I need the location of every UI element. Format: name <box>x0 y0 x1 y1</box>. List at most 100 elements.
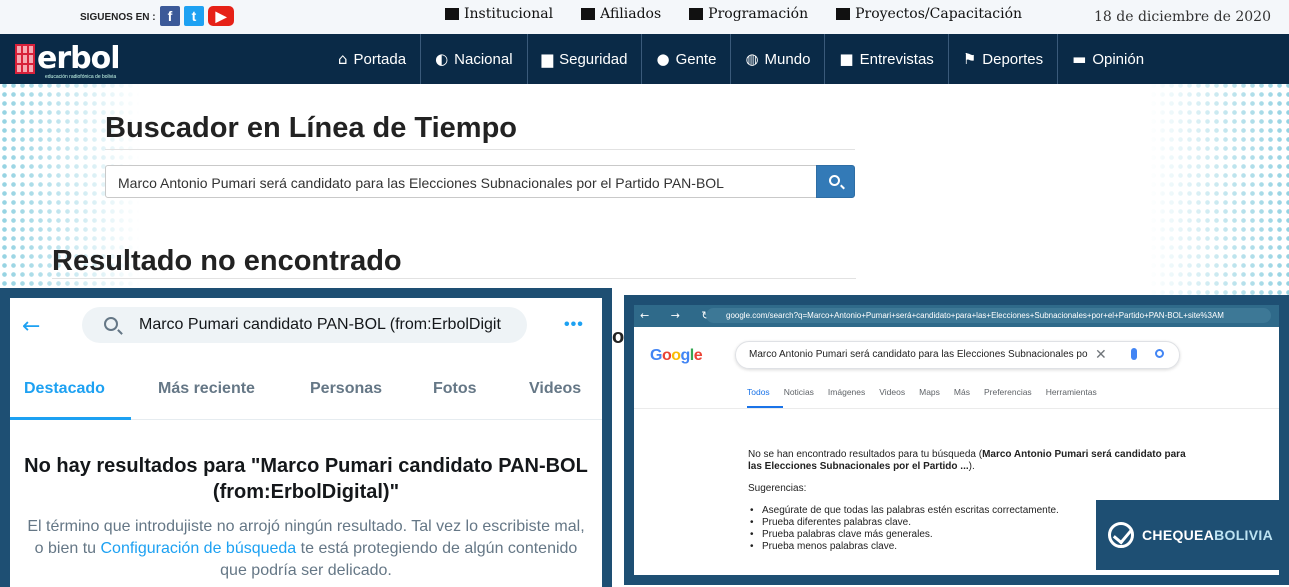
twitter-screenshot-content: ← Marco Pumari candidato PAN-BOL (from:E… <box>10 298 602 587</box>
top-link-programacion[interactable]: Programación <box>689 6 808 22</box>
badge-text-strong: CHEQUEA <box>1142 527 1215 543</box>
tab-fotos: Fotos <box>433 380 477 397</box>
divider <box>52 278 856 279</box>
logo-letter: o <box>661 347 672 364</box>
back-arrow-icon: ← <box>22 314 41 339</box>
suggestions-label: Sugerencias: <box>748 483 807 494</box>
twitter-no-results-title: No hay resultados para "Marco Pumari can… <box>10 453 602 505</box>
search-icon <box>829 175 840 186</box>
folder-icon <box>581 8 596 20</box>
top-link-label: Afiliados <box>600 6 662 22</box>
clear-icon: ✕ <box>1095 346 1107 362</box>
main-nav: erbol educación radiofónica de bolivia ⌂… <box>0 34 1289 84</box>
top-link-institucional[interactable]: Institucional <box>445 6 553 22</box>
top-links: Institucional Afiliados Programación Pro… <box>445 6 1022 22</box>
top-link-proyectos[interactable]: Proyectos/Capacitación <box>836 6 1022 22</box>
more-options-icon: ••• <box>564 316 584 333</box>
tab-maps: Maps <box>919 387 940 397</box>
browser-url-bar: ← → ↻ google.com/search?q=Marco+Antonio+… <box>634 305 1279 327</box>
twitter-search-query: Marco Pumari candidato PAN-BOL (from:Erb… <box>139 316 501 333</box>
nav-item-mundo[interactable]: ◍ Mundo <box>730 34 824 84</box>
nav-item-label: Mundo <box>764 50 811 68</box>
result-heading: Resultado no encontrado <box>52 245 402 277</box>
browser-url: google.com/search?q=Marco+Antonio+Pumari… <box>706 308 1271 323</box>
no-results-line: (from:ErbolDigital)" <box>212 481 400 503</box>
nav-item-entrevistas[interactable]: ■ Entrevistas <box>824 34 947 84</box>
current-date: 18 de diciembre de 2020 <box>1094 9 1271 25</box>
follow-label: SIGUENOS EN : <box>80 12 156 23</box>
twitter-search-field: Marco Pumari candidato PAN-BOL (from:Erb… <box>82 307 527 343</box>
google-tabs: Todos Noticias Imágenes Videos Maps Más … <box>747 387 1097 397</box>
nav-item-label: Opinión <box>1092 50 1145 68</box>
user-icon: ● <box>656 50 670 68</box>
nav-item-nacional[interactable]: ◐ Nacional <box>420 34 526 84</box>
nav-item-label: Portada <box>353 50 407 68</box>
no-results-message: No se han encontrado resultados para tu … <box>748 449 1188 473</box>
nav-item-label: Nacional <box>454 50 513 68</box>
message-text: No se han encontrado resultados para tu … <box>748 449 983 460</box>
tab-destacado: Destacado <box>24 380 105 397</box>
home-icon: ⌂ <box>338 50 348 68</box>
video-camera-icon: ■ <box>839 50 854 68</box>
tab-todos: Todos <box>747 387 770 397</box>
youtube-icon[interactable]: ▶ <box>208 6 234 26</box>
badge-text: CHEQUEABOLIVIA <box>1142 527 1273 543</box>
logo-letter: e <box>693 347 703 364</box>
building-icon <box>445 8 459 20</box>
logo-letter: G <box>650 347 662 364</box>
top-link-label: Proyectos/Capacitación <box>855 6 1023 22</box>
search-button[interactable] <box>816 165 855 198</box>
twitter-no-results-description: El término que introdujiste no arrojó ni… <box>10 516 602 582</box>
description-line: que podría ser delicado. <box>220 562 392 579</box>
nav-item-label: Seguridad <box>559 50 628 68</box>
logo-subtitle: educación radiofónica de bolivia <box>45 74 117 80</box>
checkmark-icon <box>1108 522 1134 548</box>
badge-text-light: BOLIVIA <box>1214 527 1273 543</box>
tab-imagenes: Imágenes <box>827 387 866 397</box>
divider <box>105 149 855 150</box>
globe-icon: ◍ <box>745 50 759 68</box>
facebook-icon[interactable]: f <box>160 6 180 26</box>
message-text: ). <box>968 461 975 472</box>
nav-item-label: Gente <box>675 50 717 68</box>
search-icon <box>104 317 118 331</box>
nav-menu: ⌂ Portada ◐ Nacional ▆ Seguridad ● Gente ◍ Mu… <box>324 34 1158 84</box>
google-logo: Google <box>650 347 703 365</box>
logo-text: erbol <box>37 41 121 76</box>
tab-preferencias: Preferencias <box>983 387 1032 397</box>
headphones-icon <box>689 8 704 20</box>
tab-videos: Videos <box>529 380 582 397</box>
search-settings-link: Configuración de búsqueda <box>100 540 297 557</box>
nav-item-opinion[interactable]: ▬ Opinión <box>1057 34 1158 84</box>
top-link-label: Programación <box>708 6 809 22</box>
chequea-bolivia-badge: CHEQUEABOLIVIA <box>1096 500 1289 570</box>
nav-item-seguridad[interactable]: ▆ Seguridad <box>526 34 642 84</box>
tab-noticias: Noticias <box>783 387 814 397</box>
tab-mas: Más <box>953 387 970 397</box>
comment-icon: ▬ <box>1072 50 1087 68</box>
top-bar: SIGUENOS EN : f t ▶ Institucional Afilia… <box>0 0 1289 34</box>
search-icon <box>1155 349 1164 358</box>
no-results-line: No hay resultados para "Marco Pumari can… <box>24 455 588 477</box>
logo-letter: g <box>680 347 691 364</box>
search-heading: Buscador en Línea de Tiempo <box>105 112 518 144</box>
flag-icon: ⚑ <box>962 50 977 68</box>
twitter-screenshot: ← Marco Pumari candidato PAN-BOL (from:E… <box>0 288 612 587</box>
description-text: te está protegiendo de algún contenido <box>296 540 578 557</box>
logo-mark-icon <box>15 44 35 74</box>
nav-item-deportes[interactable]: ⚑ Deportes <box>947 34 1057 84</box>
tab-personas: Personas <box>310 380 383 397</box>
description-line: o bien tu Configuración de búsqueda te e… <box>10 538 602 560</box>
tab-videos: Videos <box>879 387 906 397</box>
top-link-afiliados[interactable]: Afiliados <box>581 6 661 22</box>
nav-item-label: Deportes <box>982 50 1044 68</box>
site-logo[interactable]: erbol educación radiofónica de bolivia <box>15 40 121 80</box>
timeline-search-input[interactable]: Marco Antonio Pumari será candidato para… <box>105 165 817 198</box>
twitter-icon[interactable]: t <box>184 6 204 26</box>
tab-mas-reciente: Más reciente <box>158 380 255 397</box>
graduation-cap-icon <box>836 8 851 20</box>
nav-item-portada[interactable]: ⌂ Portada <box>324 34 420 84</box>
nav-item-gente[interactable]: ● Gente <box>641 34 730 84</box>
twitter-tabs: Destacado Más reciente Personas Fotos Vi… <box>10 362 602 420</box>
description-line: El término que introdujiste no arrojó ni… <box>27 518 585 535</box>
